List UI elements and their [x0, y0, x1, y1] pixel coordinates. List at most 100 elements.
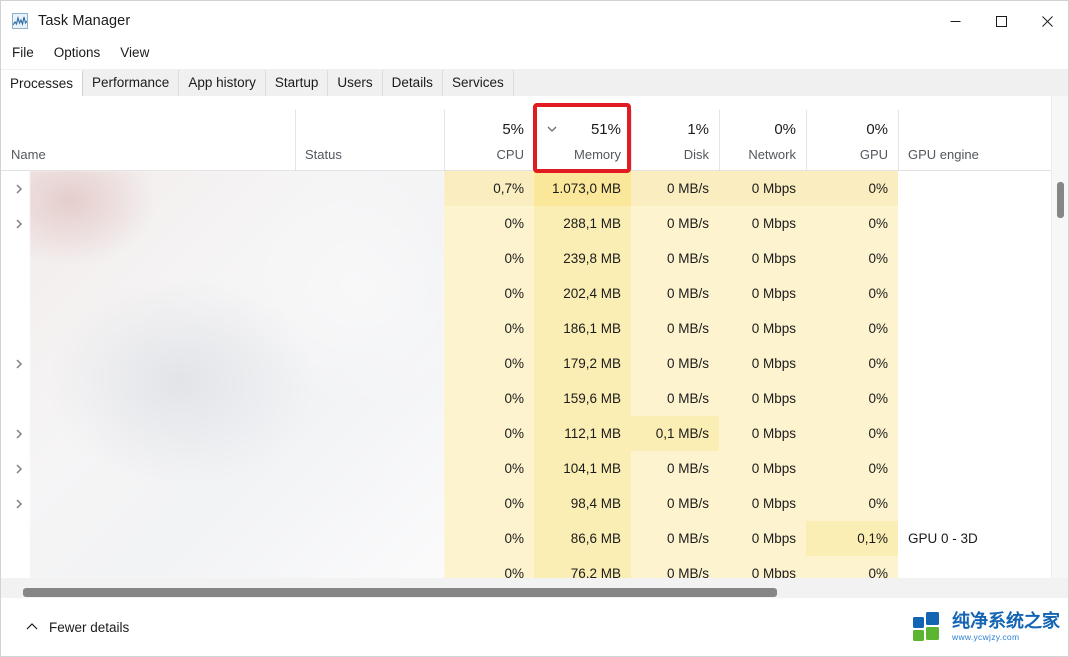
- cell-cpu: 0%: [444, 276, 534, 311]
- cell-cpu: 0,7%: [444, 171, 534, 206]
- column-header-memory-value: 51%: [590, 121, 621, 138]
- cell-status: [295, 241, 444, 276]
- cell-network: 0 Mbps: [719, 171, 806, 206]
- column-header-cpu-value: 5%: [502, 121, 524, 138]
- cell-cpu: 0%: [444, 346, 534, 381]
- table-row[interactable]: 0% 186,1 MB 0 MB/s 0 Mbps 0%: [1, 311, 1068, 346]
- table-row[interactable]: 0% 98,4 MB 0 MB/s 0 Mbps 0%: [1, 486, 1068, 521]
- cell-disk: 0 MB/s: [631, 521, 719, 556]
- column-header-status[interactable]: Status: [295, 96, 444, 170]
- minimize-button[interactable]: [932, 1, 978, 41]
- close-button[interactable]: [1024, 1, 1068, 41]
- table-row[interactable]: 0% 104,1 MB 0 MB/s 0 Mbps 0%: [1, 451, 1068, 486]
- tab-strip: Processes Performance App history Startu…: [1, 69, 1068, 97]
- column-header-gpu-engine-label: GPU engine: [908, 147, 979, 162]
- tab-processes[interactable]: Processes: [1, 70, 84, 96]
- cell-gpu: 0%: [806, 556, 898, 578]
- cell-network: 0 Mbps: [719, 556, 806, 578]
- cell-name: [1, 276, 295, 311]
- tab-startup[interactable]: Startup: [265, 70, 329, 96]
- cell-status: [295, 486, 444, 521]
- table-row[interactable]: 0% 202,4 MB 0 MB/s 0 Mbps 0%: [1, 276, 1068, 311]
- cell-gpu-engine: [898, 346, 1053, 381]
- column-header-name[interactable]: Name: [1, 96, 295, 170]
- table-row[interactable]: 0% 288,1 MB 0 MB/s 0 Mbps 0%: [1, 206, 1068, 241]
- cell-gpu-engine: [898, 486, 1053, 521]
- column-header-status-label: Status: [305, 147, 342, 162]
- menu-item-file[interactable]: File: [3, 43, 43, 62]
- table-row[interactable]: 0% 76,2 MB 0 MB/s 0 Mbps 0%: [1, 556, 1068, 578]
- tab-services[interactable]: Services: [442, 70, 514, 96]
- cell-gpu: 0%: [806, 381, 898, 416]
- cell-gpu: 0%: [806, 346, 898, 381]
- fewer-details-button[interactable]: Fewer details: [19, 616, 135, 639]
- vertical-scrollbar-thumb[interactable]: [1057, 182, 1064, 218]
- column-header-network[interactable]: 0% Network: [719, 96, 806, 170]
- column-header-gpu-engine[interactable]: GPU engine: [898, 96, 1053, 170]
- window-title: Task Manager: [38, 13, 131, 29]
- menu-item-view[interactable]: View: [111, 43, 158, 62]
- cell-cpu: 0%: [444, 381, 534, 416]
- tab-app-history[interactable]: App history: [179, 70, 266, 96]
- table-row[interactable]: 0% 86,6 MB 0 MB/s 0 Mbps 0,1% GPU 0 - 3D: [1, 521, 1068, 556]
- process-grid: Name Status 5% CPU 51% Memory 1% Disk 0%…: [1, 96, 1068, 578]
- cell-memory: 86,6 MB: [534, 521, 631, 556]
- cell-cpu: 0%: [444, 241, 534, 276]
- cell-memory: 186,1 MB: [534, 311, 631, 346]
- cell-gpu: 0%: [806, 416, 898, 451]
- process-list[interactable]: 0,7% 1.073,0 MB 0 MB/s 0 Mbps 0% 0% 288,1 MB 0 …: [1, 171, 1068, 578]
- cell-status: [295, 346, 444, 381]
- column-header-network-label: Network: [748, 147, 796, 162]
- table-row[interactable]: 0% 179,2 MB 0 MB/s 0 Mbps 0%: [1, 346, 1068, 381]
- task-manager-icon: [12, 13, 28, 29]
- column-header-network-value: 0%: [774, 121, 796, 138]
- cell-cpu: 0%: [444, 556, 534, 578]
- cell-gpu-engine: [898, 276, 1053, 311]
- cell-memory: 288,1 MB: [534, 206, 631, 241]
- column-header-gpu[interactable]: 0% GPU: [806, 96, 898, 170]
- cell-memory: 239,8 MB: [534, 241, 631, 276]
- cell-cpu: 0%: [444, 206, 534, 241]
- fewer-details-label: Fewer details: [49, 619, 130, 635]
- cell-gpu-engine: [898, 451, 1053, 486]
- cell-disk: 0 MB/s: [631, 556, 719, 578]
- cell-network: 0 Mbps: [719, 451, 806, 486]
- menu-bar: File Options View: [1, 41, 1068, 64]
- cell-gpu: 0%: [806, 486, 898, 521]
- maximize-button[interactable]: [978, 1, 1024, 41]
- cell-memory: 112,1 MB: [534, 416, 631, 451]
- tab-details[interactable]: Details: [382, 70, 443, 96]
- cell-name: [1, 171, 295, 206]
- cell-disk: 0 MB/s: [631, 346, 719, 381]
- cell-network: 0 Mbps: [719, 206, 806, 241]
- table-row[interactable]: 0% 159,6 MB 0 MB/s 0 Mbps 0%: [1, 381, 1068, 416]
- cell-status: [295, 451, 444, 486]
- column-header-row: Name Status 5% CPU 51% Memory 1% Disk 0%…: [1, 96, 1068, 171]
- cell-disk: 0 MB/s: [631, 451, 719, 486]
- cell-name: [1, 486, 295, 521]
- column-header-gpu-value: 0%: [866, 121, 888, 138]
- tab-performance[interactable]: Performance: [83, 70, 180, 96]
- vertical-scrollbar[interactable]: [1051, 96, 1068, 578]
- cell-memory: 179,2 MB: [534, 346, 631, 381]
- horizontal-scrollbar-thumb[interactable]: [23, 588, 777, 597]
- cell-gpu-engine: GPU 0 - 3D: [908, 531, 978, 546]
- column-header-cpu-label: CPU: [496, 147, 524, 162]
- table-row[interactable]: 0% 239,8 MB 0 MB/s 0 Mbps 0%: [1, 241, 1068, 276]
- menu-item-options[interactable]: Options: [45, 43, 110, 62]
- cell-gpu-engine: [898, 416, 1053, 451]
- column-header-memory[interactable]: 51% Memory: [534, 96, 631, 170]
- column-header-disk[interactable]: 1% Disk: [631, 96, 719, 170]
- cell-gpu: 0,1%: [806, 521, 898, 556]
- cell-gpu-engine: [898, 556, 1053, 578]
- column-header-cpu[interactable]: 5% CPU: [444, 96, 534, 170]
- cell-cpu: 0%: [444, 451, 534, 486]
- cell-cpu: 0%: [444, 521, 534, 556]
- column-header-disk-label: Disk: [683, 147, 709, 162]
- tab-users[interactable]: Users: [328, 70, 383, 96]
- cell-network: 0 Mbps: [719, 381, 806, 416]
- table-row[interactable]: 0% 112,1 MB 0,1 MB/s 0 Mbps 0%: [1, 416, 1068, 451]
- table-row[interactable]: 0,7% 1.073,0 MB 0 MB/s 0 Mbps 0%: [1, 171, 1068, 206]
- cell-cpu: 0%: [444, 416, 534, 451]
- cell-disk: 0 MB/s: [631, 486, 719, 521]
